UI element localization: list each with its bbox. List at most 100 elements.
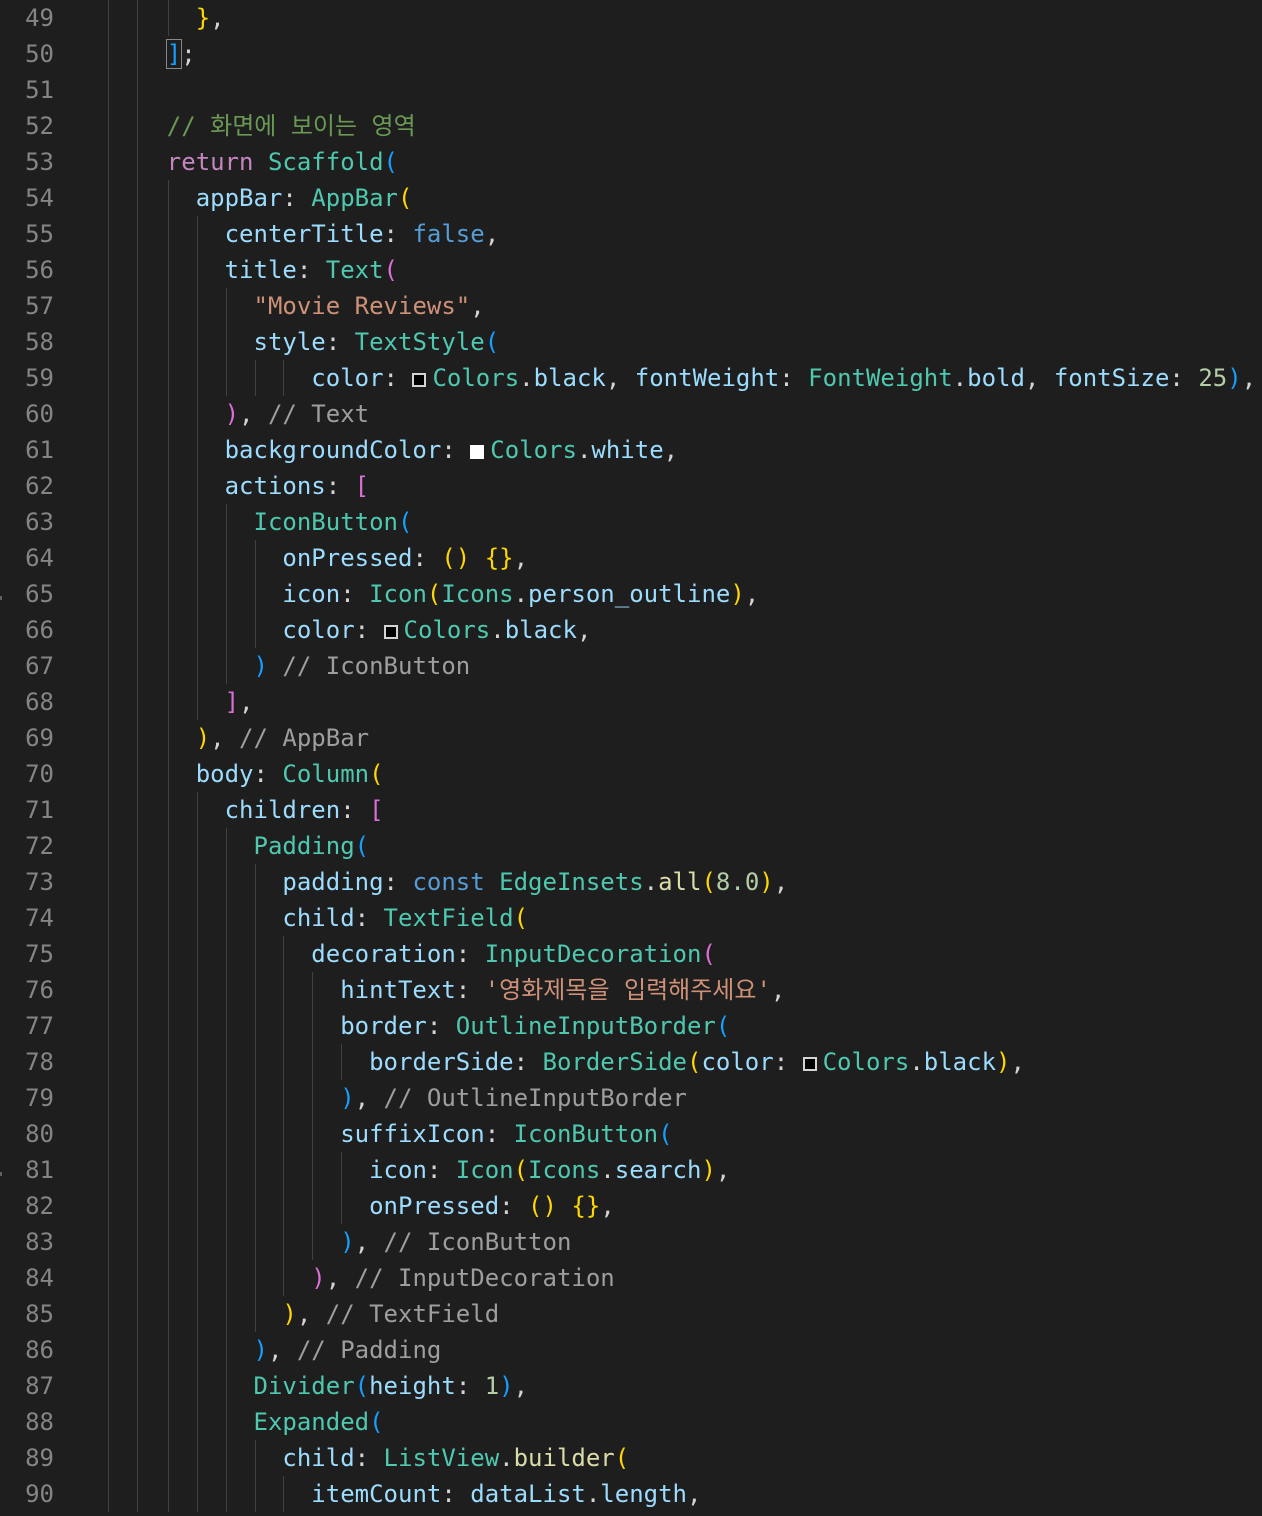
line-number: 78: [25, 1048, 54, 1076]
code-line[interactable]: 72 Padding(: [0, 828, 1262, 864]
code-line[interactable]: 60), // Text: [0, 396, 1262, 432]
indent-guide: [167, 252, 169, 288]
code-line[interactable]: 57 "Movie Reviews",: [0, 288, 1262, 324]
code-line[interactable]: 61 backgroundColor: Colors.white,: [0, 432, 1262, 468]
code-line[interactable]: 87 Divider(height: 1),: [0, 1368, 1262, 1404]
code-token: ,: [1241, 364, 1257, 392]
code-line[interactable]: 89 child: ListView.builder(: [0, 1440, 1262, 1476]
code-token: onPressed: [369, 1192, 500, 1220]
code-line[interactable]: 64 onPressed: () {},: [0, 540, 1262, 576]
code-text: ],: [225, 684, 254, 720]
color-swatch-icon[interactable]: [383, 625, 398, 639]
indent-guide: [167, 468, 169, 504]
code-line[interactable]: 79), // OutlineInputBorder: [0, 1080, 1262, 1116]
code-line[interactable]: 81 icon: Icon(Icons.search),: [0, 1152, 1262, 1188]
code-text: suffixIcon: IconButton(: [340, 1116, 672, 1152]
code-line[interactable]: 71 children: [: [0, 792, 1262, 828]
indent-guide: [136, 1152, 138, 1188]
indent-guide: [136, 324, 138, 360]
code-token: Scaffold: [267, 148, 384, 176]
indent-guide: [312, 972, 314, 1008]
code-line[interactable]: 76 hintText: '영화제목을 입력해주세요',: [0, 972, 1262, 1008]
indent-guide: [108, 576, 109, 612]
code-line[interactable]: 66 color: Colors.black,: [0, 612, 1262, 648]
code-text: padding: const EdgeInsets.all(8.0),: [282, 864, 788, 900]
code-text: Divider(height: 1),: [254, 1368, 529, 1404]
code-line[interactable]: 65 icon: Icon(Icons.person_outline),: [0, 576, 1262, 612]
code-line[interactable]: 75 decoration: InputDecoration(: [0, 936, 1262, 972]
indent-guide: [225, 504, 227, 540]
indent-guide: [312, 1044, 314, 1080]
color-swatch-icon[interactable]: [470, 445, 485, 459]
indent-guide: [167, 1152, 169, 1188]
color-swatch-icon[interactable]: [412, 373, 427, 387]
code-line[interactable]: 54 appBar: AppBar(: [0, 180, 1262, 216]
code-line[interactable]: 59 color: Colors.black, fontWeight: FontW…: [0, 360, 1262, 396]
code-line[interactable]: 88 Expanded(: [0, 1404, 1262, 1440]
indent-guide: [254, 540, 256, 576]
code-editor[interactable]: 49}, 50]; 51 52// 화면에 보이는 영역 53 return Scaffo…: [0, 0, 1262, 1516]
line-number: 61: [25, 436, 54, 464]
code-line[interactable]: 85), // TextField: [0, 1296, 1262, 1332]
indent-guide: [108, 612, 109, 648]
line-number: 71: [25, 796, 54, 824]
indent-guide: [136, 756, 138, 792]
code-line[interactable]: 50];: [0, 36, 1262, 72]
line-number: 83: [25, 1228, 54, 1256]
code-line[interactable]: 84), // InputDecoration: [0, 1260, 1262, 1296]
code-line[interactable]: 53 return Scaffold(: [0, 144, 1262, 180]
code-token: :: [499, 1192, 529, 1220]
indent-guide: [108, 684, 109, 720]
code-line[interactable]: 63 IconButton(: [0, 504, 1262, 540]
code-line[interactable]: 86), // Padding: [0, 1332, 1262, 1368]
code-line[interactable]: 83), // IconButton: [0, 1224, 1262, 1260]
code-token: IconButton: [253, 508, 399, 536]
code-line[interactable]: 80 suffixIcon: IconButton(: [0, 1116, 1262, 1152]
code-token: dataList: [470, 1480, 586, 1508]
code-token: Expanded: [253, 1408, 370, 1436]
color-swatch-icon[interactable]: [802, 1057, 817, 1071]
code-line[interactable]: 68],: [0, 684, 1262, 720]
code-line[interactable]: 69), // AppBar: [0, 720, 1262, 756]
line-number: 89: [25, 1444, 54, 1472]
code-line[interactable]: 70 body: Column(: [0, 756, 1262, 792]
indent-guide: [225, 1080, 227, 1116]
code-line[interactable]: 55 centerTitle: false,: [0, 216, 1262, 252]
indent-guide: [108, 180, 109, 216]
line-number: 76: [25, 976, 54, 1004]
code-line[interactable]: 67) // IconButton: [0, 648, 1262, 684]
code-token: black: [504, 616, 577, 644]
code-line[interactable]: 56 title: Text(: [0, 252, 1262, 288]
indent-guide: [225, 1044, 227, 1080]
indent-guide: [108, 360, 109, 396]
code-line[interactable]: 73 padding: const EdgeInsets.all(8.0),: [0, 864, 1262, 900]
indent-guide: [136, 1296, 138, 1332]
code-line[interactable]: 51: [0, 72, 1262, 108]
indent-guide: [196, 900, 198, 936]
code-line[interactable]: 77 border: OutlineInputBorder(: [0, 1008, 1262, 1044]
code-token: // IconButton: [383, 1228, 572, 1256]
code-token: (: [398, 508, 413, 536]
code-line[interactable]: 58 style: TextStyle(: [0, 324, 1262, 360]
code-line[interactable]: 52 // 화면에 보이는 영역: [0, 108, 1262, 144]
code-line[interactable]: 82 onPressed: () {},: [0, 1188, 1262, 1224]
indent-guide: [136, 504, 138, 540]
code-token: "Movie Reviews": [253, 292, 471, 320]
code-line[interactable]: 74 child: TextField(: [0, 900, 1262, 936]
indent-guide: [167, 360, 169, 396]
code-token: ): [759, 868, 774, 896]
indent-guide: [225, 900, 227, 936]
code-token: decoration: [311, 940, 456, 968]
gutter-marker: [0, 1172, 2, 1176]
code-line[interactable]: 78 borderSide: BorderSide(color: Colors.b…: [0, 1044, 1262, 1080]
indent-guide: [167, 1260, 169, 1296]
indent-guide: [136, 288, 138, 324]
code-line[interactable]: 90 itemCount: dataList.length,: [0, 1476, 1262, 1512]
line-number: 67: [25, 652, 54, 680]
indent-guide: [167, 0, 169, 36]
code-token: // OutlineInputBorder: [383, 1084, 687, 1112]
indent-guide: [136, 432, 138, 468]
indent-guide: [167, 1332, 169, 1368]
code-line[interactable]: 49},: [0, 0, 1262, 36]
code-line[interactable]: 62 actions: [: [0, 468, 1262, 504]
